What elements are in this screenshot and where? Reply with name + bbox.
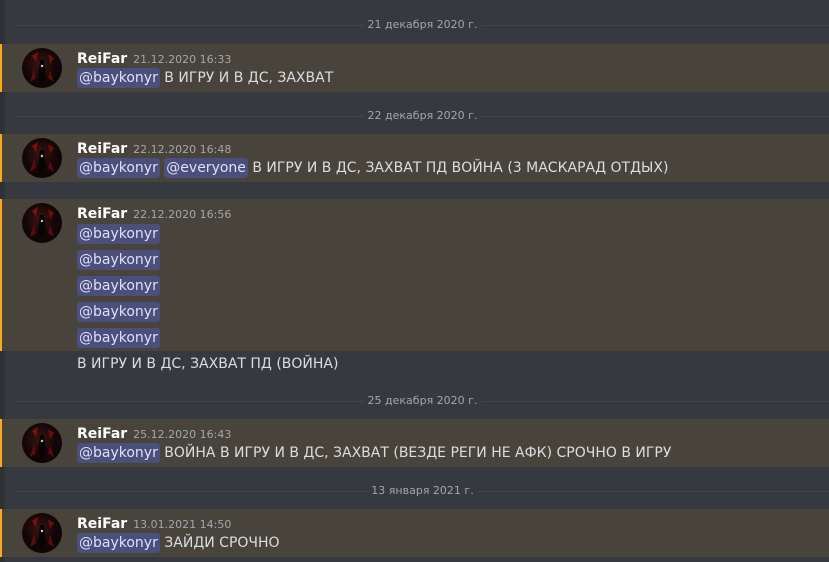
message-text: ВОЙНА В ИГРУ И В ДС, ЗАХВАТ (ВЕЗДЕ РЕГИ … [164, 445, 672, 461]
user-mention[interactable]: @baykonyr [77, 276, 160, 296]
message[interactable]: ReiFar 22.12.2020 16:48 @baykonyr @everyo… [0, 134, 829, 182]
chat-message-list[interactable]: 21 декабря 2020 г. ReiFar 21.12.2020 16:3… [0, 0, 829, 562]
date-divider: 13 января 2021 г. [16, 483, 829, 499]
user-mention[interactable]: @baykonyr [77, 533, 160, 553]
message[interactable]: ReiFar 13.01.2021 14:50 @baykonyr ЗАЙДИ С… [0, 509, 829, 557]
mention-line: @baykonyr [77, 275, 160, 297]
date-divider: 22 декабря 2020 г. [16, 108, 829, 124]
message[interactable]: ReiFar 25.12.2020 16:43 @baykonyr ВОЙНА В… [0, 419, 829, 467]
timestamp[interactable]: 22.12.2020 16:56 [133, 208, 231, 221]
message[interactable]: ReiFar 21.12.2020 16:33 @baykonyr В ИГРУ … [0, 44, 829, 92]
message-content: @baykonyr ВОЙНА В ИГРУ И В ДС, ЗАХВАТ (В… [77, 442, 671, 464]
user-mention[interactable]: @baykonyr [77, 224, 160, 244]
message-header: ReiFar 22.12.2020 16:48 [77, 138, 231, 158]
user-avatar[interactable] [22, 203, 62, 243]
user-avatar[interactable] [22, 48, 62, 88]
timestamp[interactable]: 13.01.2021 14:50 [133, 518, 231, 531]
message-content: @baykonyr ЗАЙДИ СРОЧНО [77, 532, 280, 554]
message-text: В ИГРУ И В ДС, ЗАХВАТ [164, 70, 334, 86]
message-header: ReiFar 25.12.2020 16:43 [77, 423, 231, 443]
timestamp[interactable]: 25.12.2020 16:43 [133, 428, 231, 441]
message-header: ReiFar 21.12.2020 16:33 [77, 48, 231, 68]
username[interactable]: ReiFar [77, 141, 127, 157]
user-mention[interactable]: @baykonyr [77, 250, 160, 270]
user-mention[interactable]: @baykonyr [77, 158, 160, 178]
date-divider-label: 21 декабря 2020 г. [363, 17, 482, 33]
date-divider-label: 25 декабря 2020 г. [363, 393, 482, 409]
message-text: В ИГРУ И В ДС, ЗАХВАТ ПД ВОЙНА (3 МАСКАР… [252, 160, 669, 176]
mention-line: @baykonyr [77, 223, 160, 245]
user-mention[interactable]: @baykonyr [77, 68, 160, 88]
message-header: ReiFar 13.01.2021 14:50 [77, 513, 231, 533]
message-text: ЗАЙДИ СРОЧНО [164, 535, 280, 551]
user-mention[interactable]: @baykonyr [77, 328, 160, 348]
timestamp[interactable]: 21.12.2020 16:33 [133, 53, 231, 66]
user-mention[interactable]: @baykonyr [77, 302, 160, 322]
mention-line: @baykonyr [77, 327, 160, 349]
date-divider-label: 13 января 2021 г. [367, 483, 478, 499]
user-avatar[interactable] [22, 513, 62, 553]
username[interactable]: ReiFar [77, 206, 127, 222]
username[interactable]: ReiFar [77, 51, 127, 67]
date-divider: 25 декабря 2020 г. [16, 393, 829, 409]
date-divider-label: 22 декабря 2020 г. [363, 108, 482, 124]
mention-line: @baykonyr [77, 301, 160, 323]
everyone-mention[interactable]: @everyone [164, 158, 248, 178]
message[interactable]: ReiFar 22.12.2020 16:56 @baykonyr @baykon… [0, 199, 829, 377]
username[interactable]: ReiFar [77, 426, 127, 442]
username[interactable]: ReiFar [77, 516, 127, 532]
user-avatar[interactable] [22, 138, 62, 178]
mention-line: @baykonyr [77, 249, 160, 271]
timestamp[interactable]: 22.12.2020 16:48 [133, 143, 231, 156]
message-content: @baykonyr @everyone В ИГРУ И В ДС, ЗАХВА… [77, 157, 668, 179]
message-text: В ИГРУ И В ДС, ЗАХВАТ ПД (ВОЙНА) [77, 356, 339, 372]
message-content: @baykonyr В ИГРУ И В ДС, ЗАХВАТ [77, 67, 333, 89]
user-mention[interactable]: @baykonyr [77, 443, 160, 463]
date-divider: 21 декабря 2020 г. [16, 17, 829, 33]
user-avatar[interactable] [22, 423, 62, 463]
message-header: ReiFar 22.12.2020 16:56 [77, 203, 231, 223]
